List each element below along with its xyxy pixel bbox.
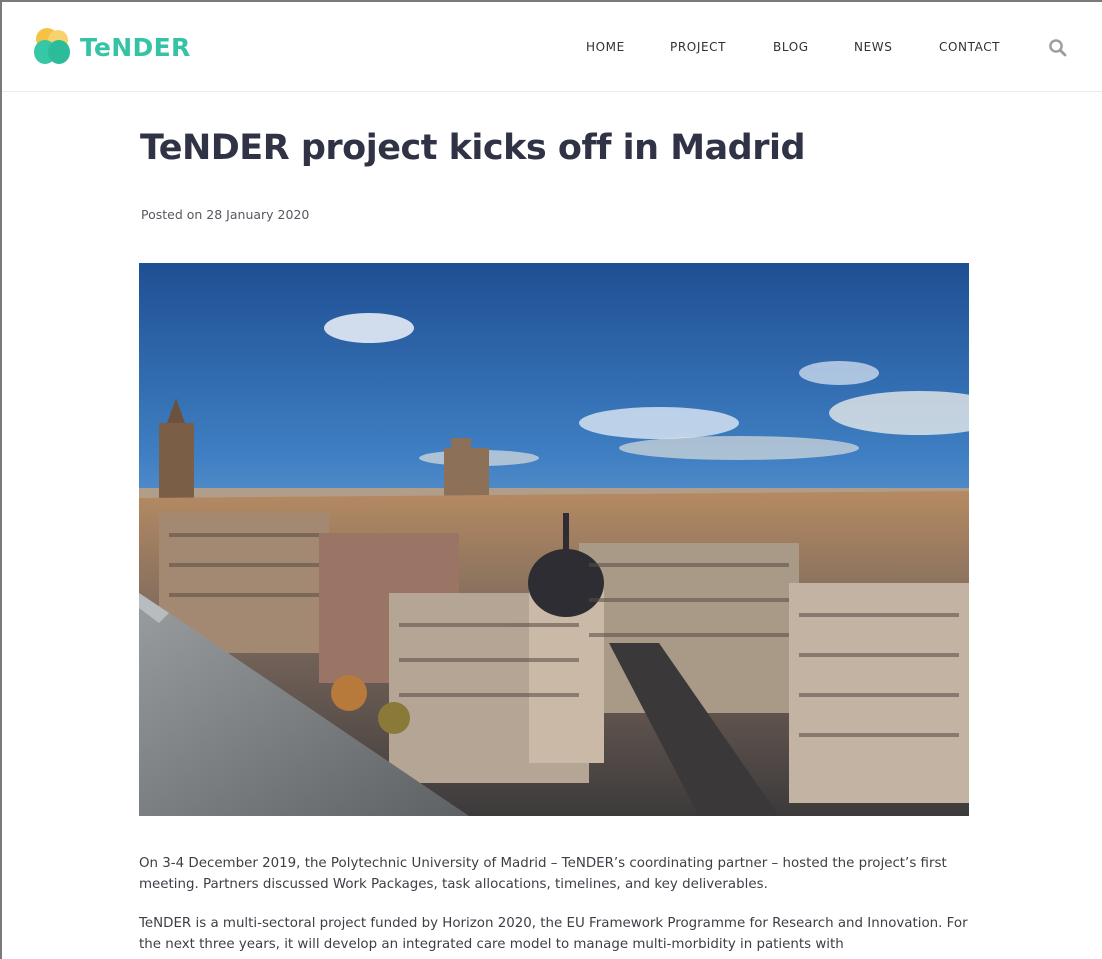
hero-image <box>139 263 969 816</box>
logo-text: TeNDER <box>80 32 191 62</box>
article-paragraph: TeNDER is a multi-sectoral project funde… <box>139 916 968 952</box>
logo-mark-icon <box>34 28 72 66</box>
nav-item-contact[interactable]: CONTACT <box>939 40 1000 54</box>
nav-item-news[interactable]: NEWS <box>854 40 892 54</box>
article-paragraph: On 3-4 December 2019, the Polytechnic Un… <box>139 856 947 892</box>
nav-item-home[interactable]: HOME <box>586 40 625 54</box>
search-icon[interactable] <box>1048 38 1068 58</box>
article-title: TeNDER project kicks off in Madrid <box>140 128 806 168</box>
nav-item-project[interactable]: PROJECT <box>670 40 726 54</box>
site-logo[interactable]: TeNDER <box>34 28 191 66</box>
site-header: TeNDER HOME PROJECT BLOG NEWS CONTACT <box>2 2 1102 92</box>
post-date: Posted on 28 January 2020 <box>141 207 310 222</box>
nav-item-blog[interactable]: BLOG <box>773 40 809 54</box>
